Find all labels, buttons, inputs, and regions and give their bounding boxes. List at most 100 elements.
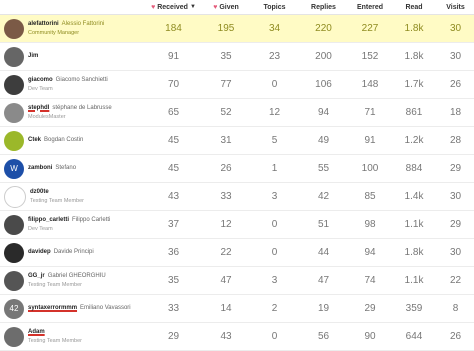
visits-cell: 18 [449, 107, 462, 118]
avatar[interactable] [4, 185, 26, 208]
avatar[interactable]: W [4, 158, 24, 179]
avatar[interactable] [4, 130, 24, 151]
visits-cell: 30 [449, 191, 462, 202]
table-header: ♥ Received ▼ ♥ Given Topics Replies Ente… [0, 0, 474, 15]
header-replies[interactable]: Replies [298, 4, 349, 11]
topics-cell: 3 [271, 275, 278, 286]
table-row: giacomo Giacomo Sanchietti Dev Team 70 77 0 10… [0, 71, 474, 99]
real-name: Giacomo Sanchietti [55, 76, 108, 83]
avatar[interactable] [4, 242, 24, 263]
given-cell: 47 [220, 275, 232, 286]
avatar[interactable] [4, 102, 24, 123]
table-row: davidep Davide Principi 36 22 0 44 94 1.8k 30 [0, 239, 474, 267]
replies-cell: 47 [317, 275, 330, 286]
avatar[interactable] [4, 326, 24, 347]
table-row: filippo_carletti Filippo Carletti Dev Team… [0, 211, 474, 239]
visits-cell: 22 [449, 275, 462, 286]
real-name: Davide Principi [53, 249, 94, 255]
replies-cell: 200 [315, 51, 332, 62]
user-title: Testing Team Member [28, 337, 83, 344]
received-cell: 36 [167, 247, 180, 258]
username-link[interactable]: stephdl [28, 104, 49, 113]
user-cell: Jim [0, 46, 146, 67]
username-link[interactable]: filippo_carletti [28, 216, 69, 225]
header-received[interactable]: ♥ Received ▼ [146, 4, 201, 11]
topics-cell: 0 [271, 331, 278, 342]
visits-cell: 30 [449, 23, 462, 34]
username-link[interactable]: GG_jr [28, 272, 45, 281]
given-cell: 31 [220, 135, 232, 146]
username-link[interactable]: zamboni [28, 164, 52, 173]
avatar[interactable] [4, 270, 24, 291]
entered-cell: 98 [364, 219, 376, 230]
real-name: Stefano [55, 165, 77, 171]
visits-cell: 30 [449, 247, 462, 258]
visits-cell: 8 [452, 303, 459, 314]
given-cell: 43 [220, 331, 232, 342]
user-title: ModulesMaster [28, 113, 66, 120]
user-cell: filippo_carletti Filippo Carletti Dev Team [0, 214, 146, 235]
username-link[interactable]: davidep [28, 248, 51, 257]
replies-cell: 42 [317, 191, 330, 202]
username-link[interactable]: Adam [28, 328, 45, 337]
given-cell: 14 [220, 303, 232, 314]
received-cell: 45 [167, 163, 180, 174]
real-name: Filippo Carletti [72, 216, 111, 223]
avatar[interactable] [4, 18, 24, 39]
visits-cell: 29 [449, 163, 462, 174]
sort-down-icon: ▼ [189, 4, 196, 10]
user-cell: 42 syntaxerrormmm Emiliano Vavassori [0, 298, 146, 319]
given-cell: 52 [220, 107, 232, 118]
header-entered[interactable]: Entered [349, 4, 391, 11]
topics-cell: 12 [268, 107, 281, 118]
given-cell: 35 [220, 51, 232, 62]
received-cell: 184 [165, 23, 182, 34]
user-cell: giacomo Giacomo Sanchietti Dev Team [0, 74, 146, 95]
entered-cell: 90 [364, 331, 376, 342]
username-link[interactable]: dz00te [30, 188, 49, 197]
topics-cell: 0 [271, 79, 278, 90]
table-row: stephdl stéphane de Labrusse ModulesMaster… [0, 99, 474, 127]
avatar[interactable]: 42 [4, 298, 24, 319]
header-visits[interactable]: Visits [437, 4, 474, 11]
received-cell: 91 [167, 51, 180, 62]
table-row: alefattorini Alessio Fattorini Community M… [0, 15, 474, 43]
avatar[interactable] [4, 74, 24, 95]
user-title: Testing Team Member [28, 281, 83, 288]
user-title: Dev Team [28, 85, 53, 92]
header-given[interactable]: ♥ Given [201, 4, 251, 11]
topics-cell: 5 [271, 135, 278, 146]
entered-cell: 148 [361, 79, 379, 90]
username-link[interactable]: Jim [28, 52, 38, 61]
given-cell: 12 [220, 219, 232, 230]
table-row: GG_jr Gabriel GHEORGHIU Testing Team Membe… [0, 267, 474, 295]
real-name: Emiliano Vavassori [80, 305, 131, 311]
entered-cell: 74 [364, 275, 376, 286]
replies-cell: 220 [315, 23, 332, 34]
username-link[interactable]: alefattorini [28, 20, 59, 29]
username-link[interactable]: syntaxerrormmm [28, 304, 77, 313]
topics-cell: 23 [268, 51, 281, 62]
header-topics[interactable]: Topics [251, 4, 298, 11]
username-link[interactable]: Ctek [28, 136, 41, 145]
avatar[interactable] [4, 214, 24, 235]
user-cell: dz00te Testing Team Member [0, 185, 146, 208]
replies-cell: 56 [317, 331, 330, 342]
read-cell: 1.4k [404, 191, 424, 202]
visits-cell: 26 [449, 331, 462, 342]
read-cell: 884 [405, 163, 423, 174]
table-row: Adam Testing Team Member 29 43 0 56 90 644 26 [0, 323, 474, 351]
read-cell: 1.1k [404, 219, 424, 230]
table-row: Wzamboni Stefano 45 26 1 55 100 884 29 [0, 155, 474, 183]
received-cell: 45 [167, 135, 180, 146]
visits-cell: 26 [449, 79, 462, 90]
received-cell: 35 [167, 275, 180, 286]
avatar[interactable] [4, 46, 24, 67]
topics-cell: 1 [271, 163, 278, 174]
heart-icon: ♥ [151, 3, 156, 11]
entered-cell: 227 [361, 23, 379, 34]
entered-cell: 29 [364, 303, 376, 314]
header-read[interactable]: Read [391, 4, 437, 11]
username-link[interactable]: giacomo [28, 76, 53, 85]
user-title: Testing Team Member [30, 197, 85, 204]
